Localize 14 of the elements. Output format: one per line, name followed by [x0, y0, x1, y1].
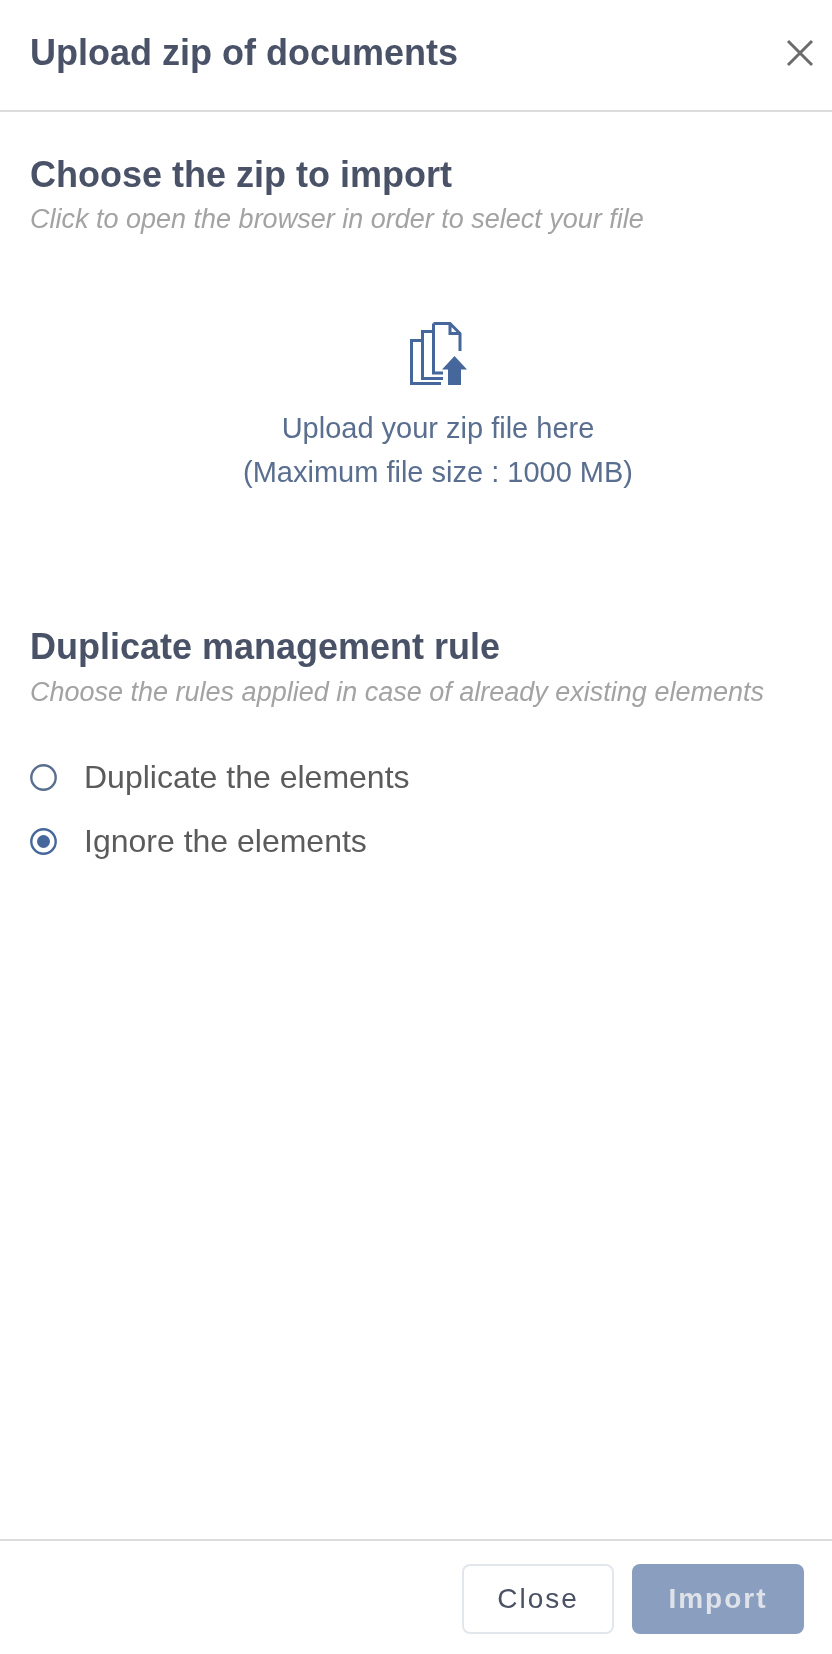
- section-heading: Choose the zip to import: [30, 154, 453, 196]
- close-icon[interactable]: [785, 38, 815, 68]
- section-hint: Click to open the browser in order to select your file: [30, 203, 645, 235]
- option-label[interactable]: Ignore the elements: [84, 822, 367, 860]
- close-button[interactable]: Close: [462, 1564, 614, 1634]
- section-heading: Duplicate management rule: [30, 626, 502, 668]
- upload-prompt: Upload your zip file here: [281, 411, 595, 445]
- dialog-title: Upload zip of documents: [30, 32, 458, 74]
- option-label[interactable]: Duplicate the elements: [84, 758, 410, 796]
- size-limit-text: (Maximum file size : 1000 MB): [243, 455, 633, 489]
- section-hint: Choose the rules applied in case of already existing elements: [30, 676, 765, 708]
- radio-button[interactable]: [30, 827, 57, 855]
- radio-button[interactable]: [30, 763, 57, 791]
- upload-files-icon[interactable]: [409, 322, 467, 385]
